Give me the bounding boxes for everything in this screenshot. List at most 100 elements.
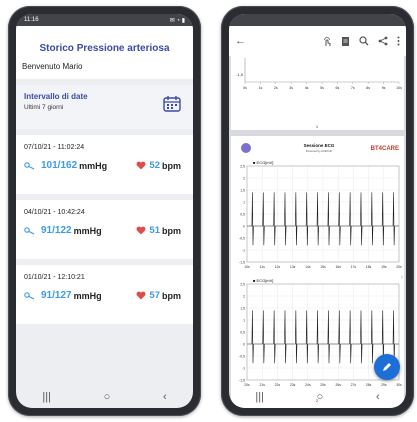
measure-date: 07/10/21 - 11:02:24	[24, 144, 85, 151]
back-button[interactable]: ‹	[376, 391, 380, 403]
measure-values: 91/122 mmHg 51 bpm	[24, 225, 185, 236]
pdf-page-1: -1,5 0s 1s 2s 3s 4s 5s 6s 7s 8s 9s 10s 1	[231, 56, 404, 130]
recents-button[interactable]: |||	[255, 391, 264, 403]
measure-date: 01/10/21 - 12:10:21	[24, 274, 85, 281]
y-tick-label: 2	[243, 294, 245, 298]
date-range-title: Intervallo di date	[24, 92, 88, 101]
y-tick-label: -0,5	[239, 354, 245, 358]
calendar-icon[interactable]	[163, 95, 181, 112]
blood-pressure-value: 101/162	[41, 160, 78, 171]
y-tick-label: -1,5	[239, 260, 245, 264]
heart-icon	[136, 161, 146, 170]
pdf-viewer[interactable]: -1,5 0s 1s 2s 3s 4s 5s 6s 7s 8s 9s 10s 1 Sessione EC…	[229, 56, 406, 408]
back-arrow-icon[interactable]: ←	[235, 35, 246, 47]
search-icon[interactable]	[359, 36, 369, 46]
right-phone: ← -1,5 0s 1s 2s 3s 4s 5s 6s 7s 8s 9s 10s 1 Sessione …	[221, 6, 414, 416]
heart-icon	[136, 291, 146, 300]
x-tick-label: 4s	[305, 86, 309, 90]
page-title: Storico Pressione arteriosa	[16, 26, 193, 62]
x-tick-label: 8s	[366, 86, 370, 90]
date-range-card[interactable]: Intervallo di date Ultimi 7 giorni	[16, 85, 193, 129]
x-tick-label: 6s	[336, 86, 340, 90]
heart-rate-unit: bpm	[162, 160, 181, 171]
ecg-series-label: ■ ECG[mV]	[253, 160, 273, 165]
left-phone: 11:16 ✉ ◔ ▮ Storico Pressione arteriosa …	[8, 6, 201, 416]
x-tick-label: 2s	[274, 86, 278, 90]
heart-rate-unit: bpm	[162, 290, 181, 301]
ecg-axis-previous-page: -1,5 0s 1s 2s 3s 4s 5s 6s 7s 8s 9s 10s 1	[236, 58, 402, 129]
more-icon[interactable]	[397, 36, 400, 46]
y-tick-label: 1	[243, 318, 245, 322]
blood-pressure-unit: mmHg	[73, 225, 102, 236]
side-page-indicator: 1	[401, 275, 403, 279]
x-tick-label: 10s	[244, 265, 250, 269]
x-tick-label: 3s	[289, 86, 293, 90]
ecg-chart: ■ ECG[mV] 2,5 2 1,5 1 0,5 0 -0,5 -1 -1,510s 11s 12s…	[239, 160, 402, 269]
status-time: 11:16	[24, 17, 39, 23]
status-icons: ✉ ◔ ▮	[169, 17, 185, 24]
share-icon[interactable]	[378, 36, 388, 46]
heart-rate-unit: bpm	[162, 225, 181, 236]
x-tick-label: 13s	[290, 265, 296, 269]
home-button[interactable]: ○	[104, 391, 111, 403]
page-number: 1	[316, 124, 319, 129]
status-bar	[229, 14, 406, 26]
back-button[interactable]: ‹	[163, 391, 167, 403]
x-tick-label: 16s	[335, 265, 341, 269]
x-tick-label: 14s	[305, 265, 311, 269]
x-tick-label: 9s	[382, 86, 386, 90]
y-tick-label: 2,5	[240, 282, 245, 286]
y-tick-label: -1,5	[236, 72, 244, 77]
pressure-gauge-icon	[24, 226, 35, 235]
x-tick-label: 18s	[366, 265, 372, 269]
document-icon[interactable]	[341, 36, 350, 47]
y-tick-label: -1,5	[239, 378, 245, 382]
brand-logo: BT4CARE	[371, 146, 399, 152]
y-tick-label: 0,5	[240, 330, 245, 334]
x-tick-label: 19s	[381, 265, 387, 269]
touch-icon[interactable]	[322, 36, 332, 47]
edit-icon	[383, 363, 391, 371]
y-tick-label: -0,5	[239, 236, 245, 240]
pressure-gauge-icon	[24, 291, 35, 300]
measure-item[interactable]: 01/10/21 - 12:10:21 91/127 mmHg 57 bpm	[16, 265, 193, 324]
x-tick-label: 15s	[320, 265, 326, 269]
blood-pressure-unit: mmHg	[73, 290, 102, 301]
measure-item[interactable]: 04/10/21 - 10:42:24 91/122 mmHg 51 bpm	[16, 200, 193, 259]
left-screen: 11:16 ✉ ◔ ▮ Storico Pressione arteriosa …	[16, 14, 193, 408]
clinic-logo	[241, 143, 251, 153]
x-tick-label: 1s	[259, 86, 263, 90]
y-tick-label: 2,5	[240, 164, 245, 168]
date-range-value: Ultimi 7 giorni	[24, 104, 64, 111]
x-tick-label: 11s	[260, 265, 266, 269]
pressure-gauge-icon	[24, 161, 35, 170]
home-button[interactable]: ○	[317, 391, 324, 403]
system-nav-bar: ||| ○ ‹	[229, 386, 406, 408]
recents-button[interactable]: |||	[42, 391, 51, 403]
y-tick-label: 2	[243, 176, 245, 180]
edit-fab-button[interactable]	[374, 354, 400, 380]
y-tick-label: -1	[242, 366, 245, 370]
y-tick-label: -1	[242, 248, 245, 252]
heart-icon	[136, 226, 146, 235]
heart-rate-value: 57	[149, 290, 160, 301]
x-tick-label: 17s	[351, 265, 357, 269]
y-tick-label: 0,5	[240, 212, 245, 216]
measure-item[interactable]: 07/10/21 - 11:02:24 101/162 mmHg 52 bpm	[16, 135, 193, 194]
x-tick-label: 5s	[320, 86, 324, 90]
y-tick-label: 1	[243, 200, 245, 204]
system-nav-bar: ||| ○ ‹	[16, 386, 193, 408]
measure-values: 101/162 mmHg 52 bpm	[24, 160, 185, 171]
x-tick-label: 10s	[396, 86, 402, 90]
blood-pressure-value: 91/127	[41, 290, 72, 301]
measure-date: 04/10/21 - 10:42:24	[24, 209, 85, 216]
y-tick-label: 1,5	[240, 188, 245, 192]
measure-list: 07/10/21 - 11:02:24 101/162 mmHg 52 bpm 04/1…	[16, 135, 193, 324]
blood-pressure-value: 91/122	[41, 225, 72, 236]
status-bar: 11:16 ✉ ◔ ▮	[16, 14, 193, 26]
y-tick-label: 0	[243, 224, 245, 228]
measure-values: 91/127 mmHg 57 bpm	[24, 290, 185, 301]
right-screen: ← -1,5 0s 1s 2s 3s 4s 5s 6s 7s 8s 9s 10s 1 Sessione …	[229, 14, 406, 408]
blood-pressure-unit: mmHg	[79, 160, 108, 171]
x-tick-label: 20s	[396, 265, 402, 269]
